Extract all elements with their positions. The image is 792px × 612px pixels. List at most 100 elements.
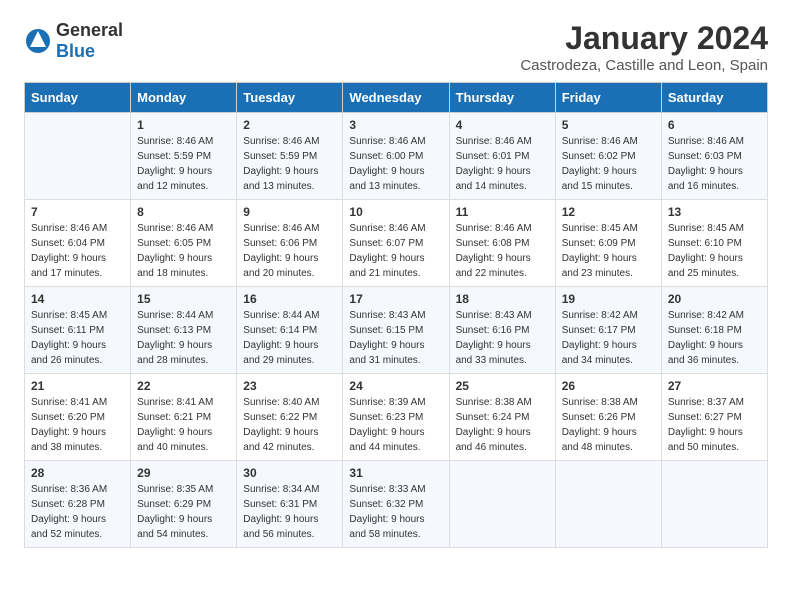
day-info: Sunrise: 8:38 AM Sunset: 6:26 PM Dayligh… (562, 395, 655, 455)
calendar-cell: 26 Sunrise: 8:38 AM Sunset: 6:26 PM Dayli… (555, 374, 661, 461)
day-info: Sunrise: 8:46 AM Sunset: 5:59 PM Dayligh… (137, 134, 230, 194)
day-info: Sunrise: 8:42 AM Sunset: 6:18 PM Dayligh… (668, 308, 761, 368)
day-info: Sunrise: 8:46 AM Sunset: 5:59 PM Dayligh… (243, 134, 336, 194)
day-info: Sunrise: 8:46 AM Sunset: 6:08 PM Dayligh… (456, 221, 549, 281)
day-info: Sunrise: 8:42 AM Sunset: 6:17 PM Dayligh… (562, 308, 655, 368)
calendar-cell: 13Sunrise: 8:45 AM Sunset: 6:10 PM Dayli… (661, 200, 767, 287)
day-number: 3 (349, 118, 442, 132)
day-info: Sunrise: 8:38 AM Sunset: 6:24 PM Dayligh… (456, 395, 549, 455)
day-info: Sunrise: 8:35 AM Sunset: 6:29 PM Dayligh… (137, 482, 230, 542)
calendar-cell: 6Sunrise: 8:46 AM Sunset: 6:03 PM Daylig… (661, 113, 767, 200)
day-number: 17 (349, 292, 442, 306)
calendar-cell: 2Sunrise: 8:46 AM Sunset: 5:59 PM Daylig… (237, 113, 343, 200)
calendar-cell: 17 Sunrise: 8:43 AM Sunset: 6:15 PM Dayli… (343, 287, 449, 374)
calendar-week-row: 7Sunrise: 8:46 AM Sunset: 6:04 PM Daylig… (25, 200, 768, 287)
day-number: 19 (562, 292, 655, 306)
day-number: 28 (31, 466, 124, 480)
page-header: General Blue January 2024 Castrodeza, Ca… (24, 20, 768, 74)
day-number: 22 (137, 379, 230, 393)
day-number: 1 (137, 118, 230, 132)
day-info: Sunrise: 8:41 AM Sunset: 6:20 PM Dayligh… (31, 395, 124, 455)
day-header: Friday (555, 83, 661, 113)
calendar-cell: 4 Sunrise: 8:46 AM Sunset: 6:01 PM Daylig… (449, 113, 555, 200)
day-info: Sunrise: 8:36 AM Sunset: 6:28 PM Dayligh… (31, 482, 124, 542)
day-info: Sunrise: 8:46 AM Sunset: 6:03 PM Dayligh… (668, 134, 761, 194)
day-number: 13 (668, 205, 761, 219)
calendar-cell: 21 Sunrise: 8:41 AM Sunset: 6:20 PM Dayli… (25, 374, 131, 461)
day-header: Wednesday (343, 83, 449, 113)
calendar-header-row: SundayMondayTuesdayWednesdayThursdayFrid… (25, 83, 768, 113)
day-info: Sunrise: 8:40 AM Sunset: 6:22 PM Dayligh… (243, 395, 336, 455)
calendar-cell: 28 Sunrise: 8:36 AM Sunset: 6:28 PM Dayli… (25, 461, 131, 548)
day-info: Sunrise: 8:46 AM Sunset: 6:01 PM Dayligh… (456, 134, 549, 194)
day-number: 24 (349, 379, 442, 393)
day-number: 26 (562, 379, 655, 393)
calendar-cell: 7Sunrise: 8:46 AM Sunset: 6:04 PM Daylig… (25, 200, 131, 287)
day-info: Sunrise: 8:33 AM Sunset: 6:32 PM Dayligh… (349, 482, 442, 542)
calendar-cell: 19 Sunrise: 8:42 AM Sunset: 6:17 PM Dayli… (555, 287, 661, 374)
day-header: Tuesday (237, 83, 343, 113)
location-title: Castrodeza, Castille and Leon, Spain (520, 57, 768, 74)
day-info: Sunrise: 8:46 AM Sunset: 6:00 PM Dayligh… (349, 134, 442, 194)
calendar-cell: 30 Sunrise: 8:34 AM Sunset: 6:31 PM Dayli… (237, 461, 343, 548)
day-info: Sunrise: 8:41 AM Sunset: 6:21 PM Dayligh… (137, 395, 230, 455)
day-info: Sunrise: 8:46 AM Sunset: 6:07 PM Dayligh… (349, 221, 442, 281)
calendar-cell (661, 461, 767, 548)
calendar-week-row: 14Sunrise: 8:45 AM Sunset: 6:11 PM Dayli… (25, 287, 768, 374)
day-info: Sunrise: 8:43 AM Sunset: 6:16 PM Dayligh… (456, 308, 549, 368)
day-header: Sunday (25, 83, 131, 113)
calendar-week-row: 28 Sunrise: 8:36 AM Sunset: 6:28 PM Dayli… (25, 461, 768, 548)
day-number: 21 (31, 379, 124, 393)
logo-icon (24, 27, 52, 55)
day-info: Sunrise: 8:37 AM Sunset: 6:27 PM Dayligh… (668, 395, 761, 455)
calendar-cell: 25Sunrise: 8:38 AM Sunset: 6:24 PM Dayli… (449, 374, 555, 461)
day-info: Sunrise: 8:34 AM Sunset: 6:31 PM Dayligh… (243, 482, 336, 542)
day-number: 9 (243, 205, 336, 219)
calendar-cell: 22 Sunrise: 8:41 AM Sunset: 6:21 PM Dayli… (131, 374, 237, 461)
calendar-week-row: 21 Sunrise: 8:41 AM Sunset: 6:20 PM Dayli… (25, 374, 768, 461)
calendar-cell: 27 Sunrise: 8:37 AM Sunset: 6:27 PM Dayli… (661, 374, 767, 461)
day-number: 10 (349, 205, 442, 219)
day-info: Sunrise: 8:44 AM Sunset: 6:14 PM Dayligh… (243, 308, 336, 368)
calendar-cell: 20 Sunrise: 8:42 AM Sunset: 6:18 PM Dayli… (661, 287, 767, 374)
day-info: Sunrise: 8:45 AM Sunset: 6:09 PM Dayligh… (562, 221, 655, 281)
calendar-cell (25, 113, 131, 200)
calendar-cell: 24Sunrise: 8:39 AM Sunset: 6:23 PM Dayli… (343, 374, 449, 461)
calendar-cell: 12 Sunrise: 8:45 AM Sunset: 6:09 PM Dayli… (555, 200, 661, 287)
calendar-cell: 16Sunrise: 8:44 AM Sunset: 6:14 PM Dayli… (237, 287, 343, 374)
calendar-cell: 10 Sunrise: 8:46 AM Sunset: 6:07 PM Dayli… (343, 200, 449, 287)
day-header: Thursday (449, 83, 555, 113)
calendar-table: SundayMondayTuesdayWednesdayThursdayFrid… (24, 82, 768, 548)
day-number: 12 (562, 205, 655, 219)
day-info: Sunrise: 8:46 AM Sunset: 6:05 PM Dayligh… (137, 221, 230, 281)
logo-text: General Blue (56, 20, 123, 62)
day-number: 11 (456, 205, 549, 219)
day-number: 27 (668, 379, 761, 393)
day-number: 20 (668, 292, 761, 306)
calendar-week-row: 1 Sunrise: 8:46 AM Sunset: 5:59 PM Daylig… (25, 113, 768, 200)
calendar-cell (449, 461, 555, 548)
day-number: 30 (243, 466, 336, 480)
logo-general: General (56, 20, 123, 40)
calendar-cell: 14Sunrise: 8:45 AM Sunset: 6:11 PM Dayli… (25, 287, 131, 374)
day-number: 23 (243, 379, 336, 393)
day-info: Sunrise: 8:46 AM Sunset: 6:06 PM Dayligh… (243, 221, 336, 281)
day-number: 14 (31, 292, 124, 306)
day-number: 4 (456, 118, 549, 132)
day-header: Saturday (661, 83, 767, 113)
day-info: Sunrise: 8:43 AM Sunset: 6:15 PM Dayligh… (349, 308, 442, 368)
calendar-cell: 9 Sunrise: 8:46 AM Sunset: 6:06 PM Daylig… (237, 200, 343, 287)
calendar-cell: 11 Sunrise: 8:46 AM Sunset: 6:08 PM Dayli… (449, 200, 555, 287)
day-info: Sunrise: 8:46 AM Sunset: 6:02 PM Dayligh… (562, 134, 655, 194)
day-number: 15 (137, 292, 230, 306)
day-number: 29 (137, 466, 230, 480)
day-number: 8 (137, 205, 230, 219)
title-block: January 2024 Castrodeza, Castille and Le… (520, 20, 768, 74)
month-title: January 2024 (520, 20, 768, 57)
calendar-cell: 15Sunrise: 8:44 AM Sunset: 6:13 PM Dayli… (131, 287, 237, 374)
calendar-cell (555, 461, 661, 548)
calendar-cell: 8 Sunrise: 8:46 AM Sunset: 6:05 PM Daylig… (131, 200, 237, 287)
calendar-cell: 1 Sunrise: 8:46 AM Sunset: 5:59 PM Daylig… (131, 113, 237, 200)
calendar-cell: 23 Sunrise: 8:40 AM Sunset: 6:22 PM Dayli… (237, 374, 343, 461)
calendar-cell: 3 Sunrise: 8:46 AM Sunset: 6:00 PM Daylig… (343, 113, 449, 200)
